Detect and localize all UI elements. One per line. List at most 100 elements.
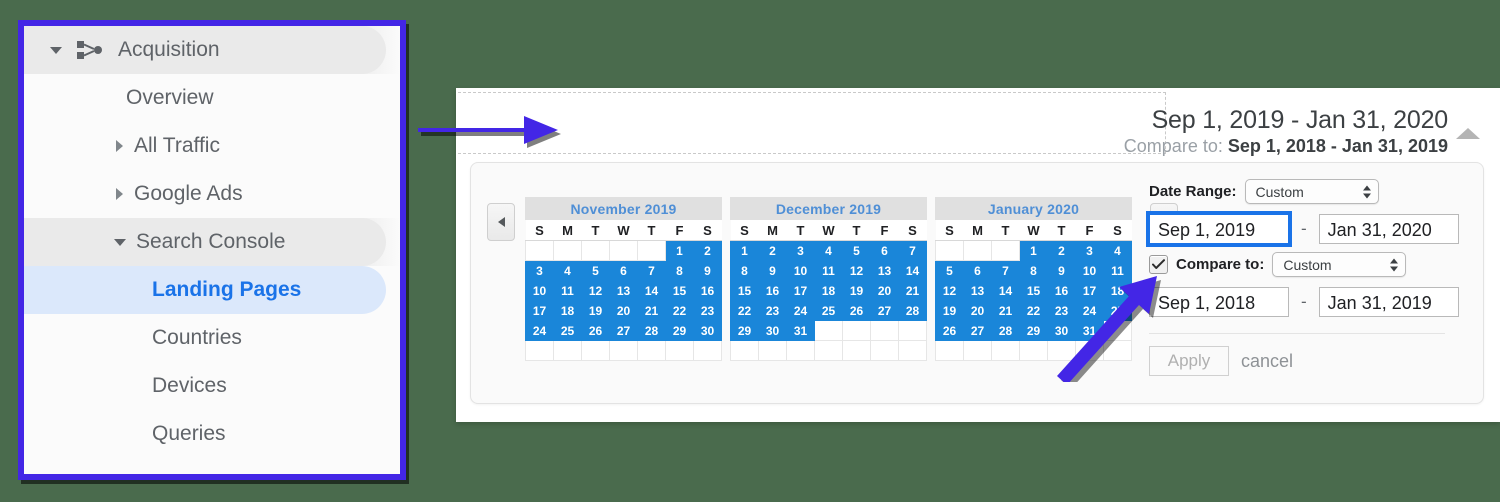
calendar-day[interactable]: 7 [898, 240, 927, 261]
calendar-day[interactable]: 10 [525, 280, 554, 301]
calendar-day[interactable]: 5 [581, 260, 610, 281]
end-date-input[interactable]: Jan 31, 2020 [1318, 214, 1459, 244]
calendar-day[interactable]: 26 [935, 320, 964, 341]
calendar-day[interactable]: 2 [758, 240, 787, 261]
calendar-day[interactable]: 4 [553, 260, 582, 281]
calendar-day[interactable]: 29 [665, 320, 694, 341]
calendar-day[interactable]: 14 [991, 280, 1020, 301]
sidebar-item-landing-pages[interactable]: Landing Pages [24, 266, 400, 314]
sidebar-item-google-ads[interactable]: Google Ads [24, 170, 400, 218]
calendar-day[interactable]: 11 [553, 280, 582, 301]
calendar-day[interactable]: 23 [758, 300, 787, 321]
calendar-day[interactable]: 27 [870, 300, 899, 321]
calendar-day[interactable]: 6 [870, 240, 899, 261]
calendar-day[interactable]: 22 [730, 300, 759, 321]
calendar-day[interactable]: 17 [525, 300, 554, 321]
calendar-day[interactable]: 9 [1047, 260, 1076, 281]
calendar-day[interactable]: 4 [1103, 240, 1132, 261]
sidebar-item-all-traffic[interactable]: All Traffic [24, 122, 400, 170]
sidebar-item-search-console[interactable]: Search Console [24, 218, 400, 266]
calendar-day[interactable]: 21 [991, 300, 1020, 321]
calendar-day[interactable]: 14 [637, 280, 666, 301]
calendar-day[interactable]: 9 [758, 260, 787, 281]
calendar-day[interactable]: 7 [637, 260, 666, 281]
sidebar-item-countries[interactable]: Countries [24, 314, 400, 362]
calendar-day[interactable]: 8 [1019, 260, 1048, 281]
compare-start-date-input[interactable]: Sep 1, 2018 [1149, 287, 1289, 317]
calendar-table[interactable]: SMTWTFS 1 2 3 4 5 6 7 8 9 10 11 12 13 14 15 16 17 18 19 20 2… [935, 220, 1132, 361]
calendar-day[interactable]: 31 [1075, 320, 1104, 341]
calendar-day[interactable]: 26 [581, 320, 610, 341]
calendar-day[interactable]: 2 [1047, 240, 1076, 261]
caret-down-icon[interactable] [114, 238, 126, 246]
calendar-day[interactable]: 22 [665, 300, 694, 321]
calendar-day[interactable]: 27 [963, 320, 992, 341]
calendar-day[interactable]: 16 [1047, 280, 1076, 301]
calendar-day[interactable]: 18 [1103, 280, 1132, 301]
sidebar-item-acquisition[interactable]: Acquisition [24, 26, 400, 74]
calendar-day[interactable]: 17 [1075, 280, 1104, 301]
compare-to-checkbox[interactable] [1149, 255, 1168, 274]
date-range-select[interactable]: Custom [1244, 179, 1379, 204]
calendar-day[interactable]: 11 [814, 260, 843, 281]
calendar-day[interactable]: 28 [637, 320, 666, 341]
calendar-day[interactable]: 28 [898, 300, 927, 321]
date-range-summary[interactable]: Sep 1, 2019 - Jan 31, 2020 Compare to: S… [1124, 106, 1448, 157]
calendar-day[interactable]: 1 [730, 240, 759, 261]
calendar-day[interactable]: 24 [1075, 300, 1104, 321]
calendar-day[interactable]: 20 [870, 280, 899, 301]
calendar-day[interactable]: 4 [814, 240, 843, 261]
calendar-day[interactable]: 10 [786, 260, 815, 281]
compare-to-select[interactable]: Custom [1272, 252, 1407, 277]
start-date-input[interactable]: Sep 1, 2019 [1146, 211, 1292, 247]
calendar-table[interactable]: SMTWTFS 1 2 3 4 5 6 7 8 9 10 11 12 13 14 15 16 17 18 19 20 2… [525, 220, 722, 361]
calendar-day[interactable]: 11 [1103, 260, 1132, 281]
sidebar-item-devices[interactable]: Devices [24, 362, 400, 410]
calendar-day[interactable]: 24 [786, 300, 815, 321]
calendar-day[interactable]: 30 [1047, 320, 1076, 341]
calendar-day[interactable]: 1 [665, 240, 694, 261]
calendar-day[interactable]: 21 [637, 300, 666, 321]
calendar-day[interactable]: 13 [609, 280, 638, 301]
previous-month-button[interactable] [487, 203, 515, 241]
caret-right-icon[interactable] [116, 140, 123, 152]
calendar-day[interactable]: 31 [786, 320, 815, 341]
calendar-day[interactable]: 3 [1075, 240, 1104, 261]
calendar-day[interactable]: 30 [758, 320, 787, 341]
calendar-day[interactable]: 22 [1019, 300, 1048, 321]
calendar-day[interactable]: 20 [609, 300, 638, 321]
calendar-day[interactable]: 19 [842, 280, 871, 301]
calendar-day[interactable]: 6 [609, 260, 638, 281]
calendar-day[interactable]: 14 [898, 260, 927, 281]
calendar-day[interactable]: 23 [693, 300, 722, 321]
calendar-day[interactable]: 30 [693, 320, 722, 341]
calendar-day[interactable]: 5 [842, 240, 871, 261]
calendar-day[interactable]: 13 [870, 260, 899, 281]
calendar-day[interactable]: 10 [1075, 260, 1104, 281]
calendar-day[interactable]: 19 [581, 300, 610, 321]
calendar-day[interactable]: 29 [1019, 320, 1048, 341]
calendar-day[interactable]: 16 [693, 280, 722, 301]
calendar-day[interactable]: 23 [1047, 300, 1076, 321]
calendar-day[interactable]: 26 [842, 300, 871, 321]
calendar-day[interactable]: 15 [730, 280, 759, 301]
calendar-day[interactable]: 17 [786, 280, 815, 301]
calendar-day[interactable]: 9 [693, 260, 722, 281]
calendar-day[interactable]: 1 [1019, 240, 1048, 261]
apply-button[interactable]: Apply [1149, 346, 1229, 376]
triangle-up-icon[interactable] [1456, 128, 1480, 139]
calendar-day[interactable]: 27 [609, 320, 638, 341]
calendar-day[interactable]: 18 [814, 280, 843, 301]
calendar-day[interactable]: 28 [991, 320, 1020, 341]
calendar-day[interactable]: 16 [758, 280, 787, 301]
calendar-day[interactable]: 29 [730, 320, 759, 341]
calendar-day[interactable]: 24 [525, 320, 554, 341]
calendar-day[interactable]: 3 [786, 240, 815, 261]
calendar-day[interactable]: 3 [525, 260, 554, 281]
caret-down-icon[interactable] [50, 46, 62, 54]
sidebar-item-queries[interactable]: Queries [24, 410, 400, 458]
calendar-day[interactable]: 2 [693, 240, 722, 261]
compare-end-date-input[interactable]: Jan 31, 2019 [1318, 287, 1459, 317]
calendar-day[interactable]: 12 [842, 260, 871, 281]
calendar-day[interactable]: 15 [665, 280, 694, 301]
